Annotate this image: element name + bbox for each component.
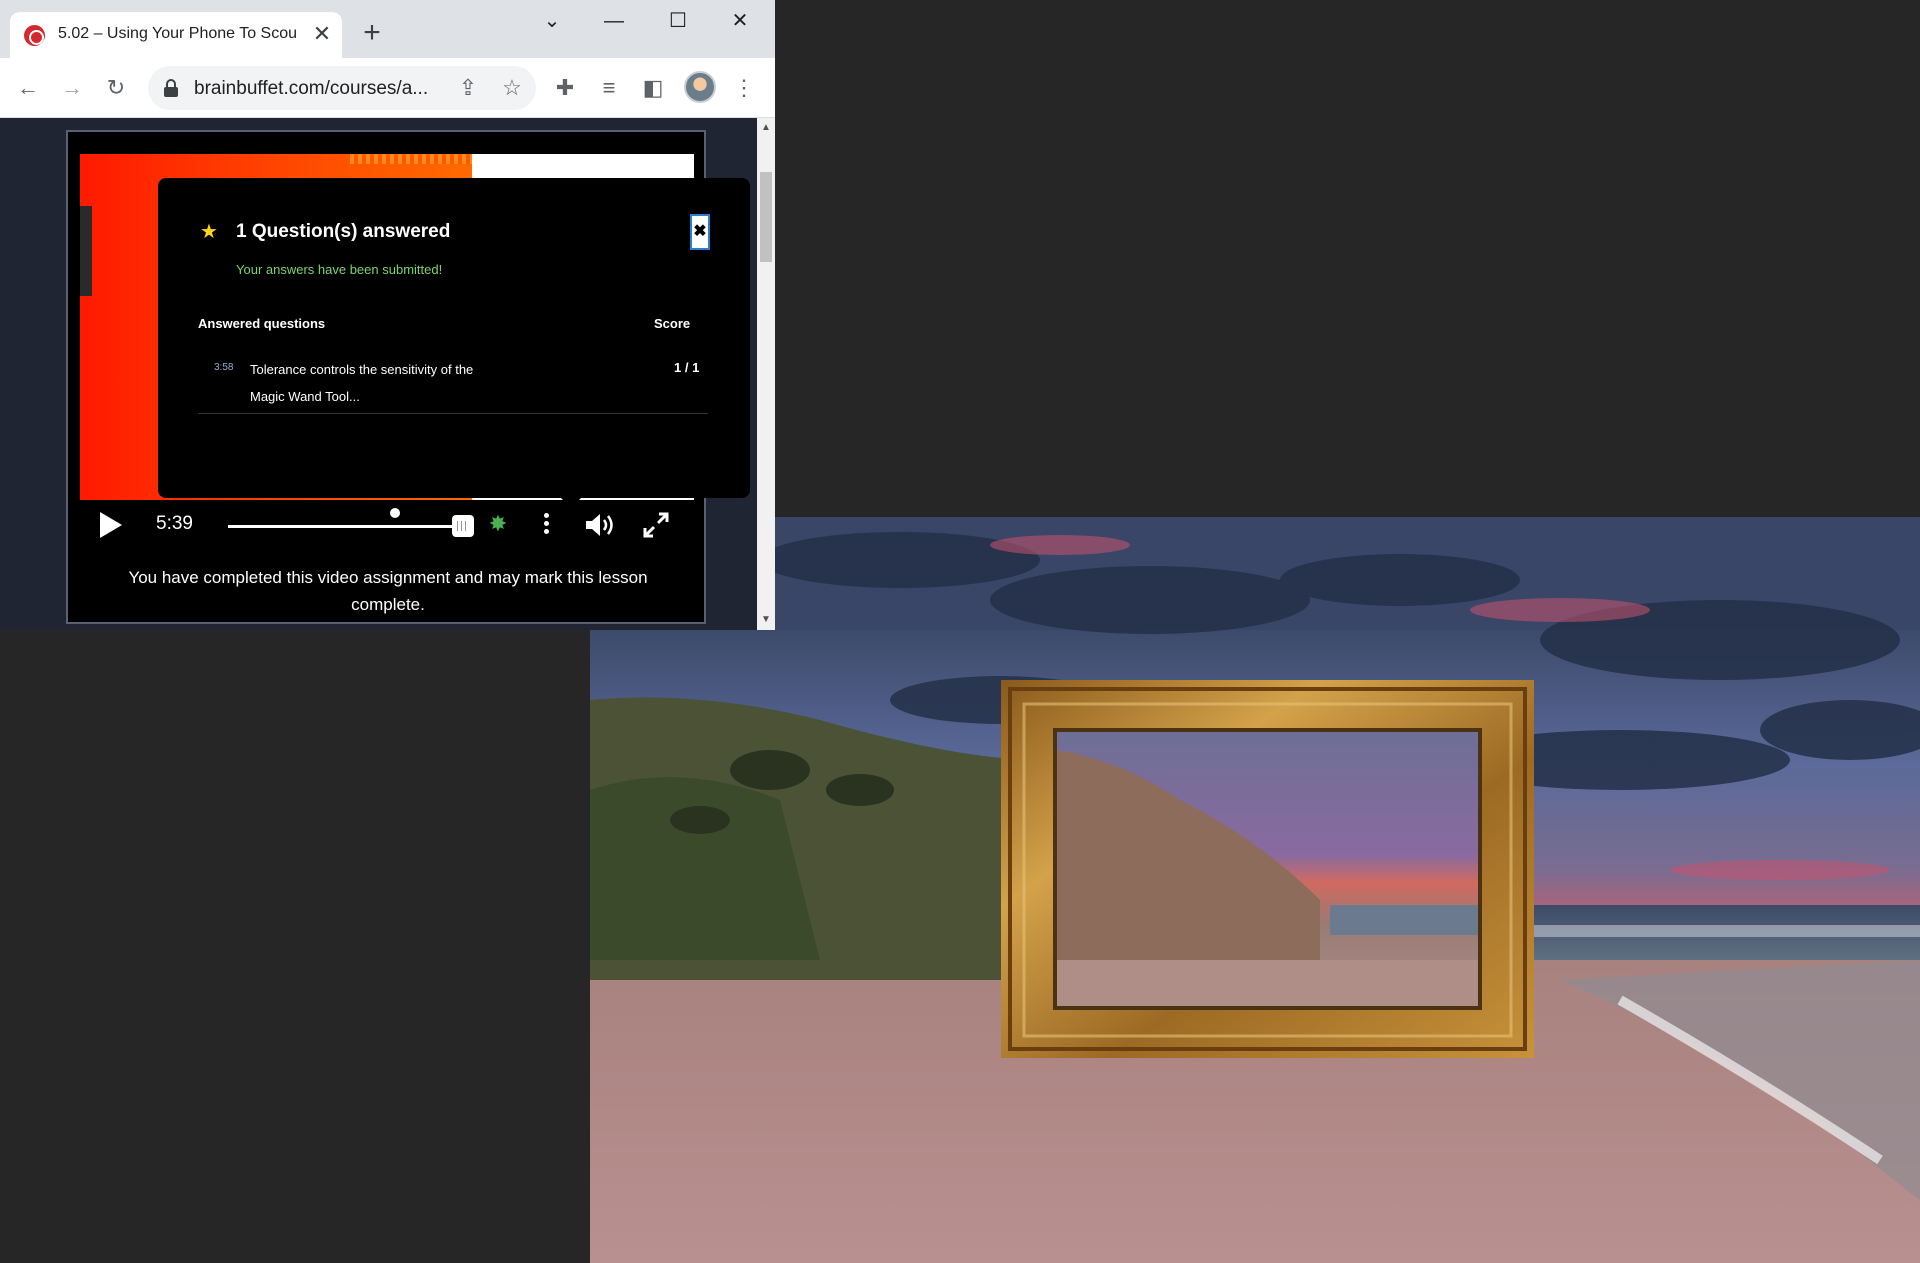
video-pattern bbox=[350, 154, 472, 164]
question-text[interactable]: Tolerance controls the sensitivity of th… bbox=[250, 356, 490, 410]
scrollbar[interactable]: ▲ ▼ bbox=[757, 118, 775, 630]
maximize-icon[interactable]: ☐ bbox=[650, 4, 706, 38]
progress-fill bbox=[228, 525, 468, 528]
back-icon[interactable]: ← bbox=[12, 72, 44, 104]
quiz-marker-dot[interactable] bbox=[390, 508, 400, 518]
share-icon[interactable]: ⇪ bbox=[452, 72, 484, 104]
address-bar[interactable]: brainbuffet.com/courses/a... ⇪ ☆ bbox=[148, 66, 536, 110]
time-display: 5:39 bbox=[156, 513, 193, 534]
star-icon[interactable]: ☆ bbox=[496, 72, 528, 104]
volume-icon[interactable] bbox=[584, 511, 618, 539]
video-player: ★ 1 Question(s) answered ✖ Your answers … bbox=[66, 130, 750, 624]
scrub-handle-icon[interactable] bbox=[452, 515, 474, 537]
player-controls: 5:39 ✸ bbox=[80, 500, 694, 550]
close-icon[interactable]: ✕ bbox=[308, 20, 336, 48]
popup-title: 1 Question(s) answered bbox=[236, 221, 451, 242]
divider bbox=[198, 413, 708, 414]
column-header-score: Score bbox=[654, 316, 691, 331]
tab-title: 5.02 – Using Your Phone To Scou bbox=[58, 25, 297, 42]
url-text[interactable]: brainbuffet.com/courses/a... bbox=[194, 78, 428, 100]
favicon-icon bbox=[24, 25, 45, 46]
quiz-star-icon[interactable]: ✸ bbox=[486, 512, 510, 536]
minimize-icon[interactable]: — bbox=[586, 4, 642, 38]
page-viewport: ★ 1 Question(s) answered ✖ Your answers … bbox=[0, 118, 757, 630]
menu-icon[interactable]: ⋮ bbox=[728, 72, 760, 104]
toolbar: ← → ↻ brainbuffet.com/courses/a... ⇪ ☆ ✚… bbox=[0, 58, 775, 118]
completion-message: You have completed this video assignment… bbox=[128, 568, 648, 614]
quiz-summary-popup: ★ 1 Question(s) answered ✖ Your answers … bbox=[158, 178, 750, 498]
avatar[interactable] bbox=[684, 71, 716, 103]
media-icon[interactable]: ≡ bbox=[593, 72, 625, 104]
close-button[interactable]: ✖ bbox=[690, 214, 710, 250]
forward-icon[interactable]: → bbox=[56, 72, 88, 104]
tab-strip: 5.02 – Using Your Phone To Scou ✕ + ⌄ — … bbox=[0, 0, 775, 58]
question-timestamp[interactable]: 3:58 bbox=[214, 362, 233, 373]
question-score: 1 / 1 bbox=[674, 360, 700, 375]
chevron-down-icon[interactable]: ⌄ bbox=[524, 4, 580, 38]
status-message: Your answers have been submitted! bbox=[236, 262, 443, 277]
video-edge bbox=[80, 206, 92, 296]
extensions-icon[interactable]: ✚ bbox=[549, 72, 581, 104]
fullscreen-icon[interactable] bbox=[642, 511, 670, 539]
more-options-icon[interactable] bbox=[540, 510, 552, 540]
progress-bar[interactable] bbox=[228, 525, 468, 528]
reload-icon[interactable]: ↻ bbox=[100, 72, 132, 104]
star-icon: ★ bbox=[200, 221, 218, 243]
browser-window: 5.02 – Using Your Phone To Scou ✕ + ⌄ — … bbox=[0, 0, 775, 630]
scroll-down-icon[interactable]: ▼ bbox=[760, 612, 772, 628]
lock-icon[interactable] bbox=[164, 79, 178, 97]
plus-icon[interactable]: + bbox=[357, 18, 387, 48]
play-button[interactable] bbox=[100, 512, 122, 538]
scroll-up-icon[interactable]: ▲ bbox=[760, 120, 772, 136]
side-panel-icon[interactable]: ◧ bbox=[637, 72, 669, 104]
scroll-thumb[interactable] bbox=[760, 172, 772, 262]
column-header-answered: Answered questions bbox=[198, 316, 326, 331]
close-window-icon[interactable]: ✕ bbox=[712, 4, 768, 38]
tab-active[interactable]: 5.02 – Using Your Phone To Scou ✕ bbox=[10, 12, 342, 58]
